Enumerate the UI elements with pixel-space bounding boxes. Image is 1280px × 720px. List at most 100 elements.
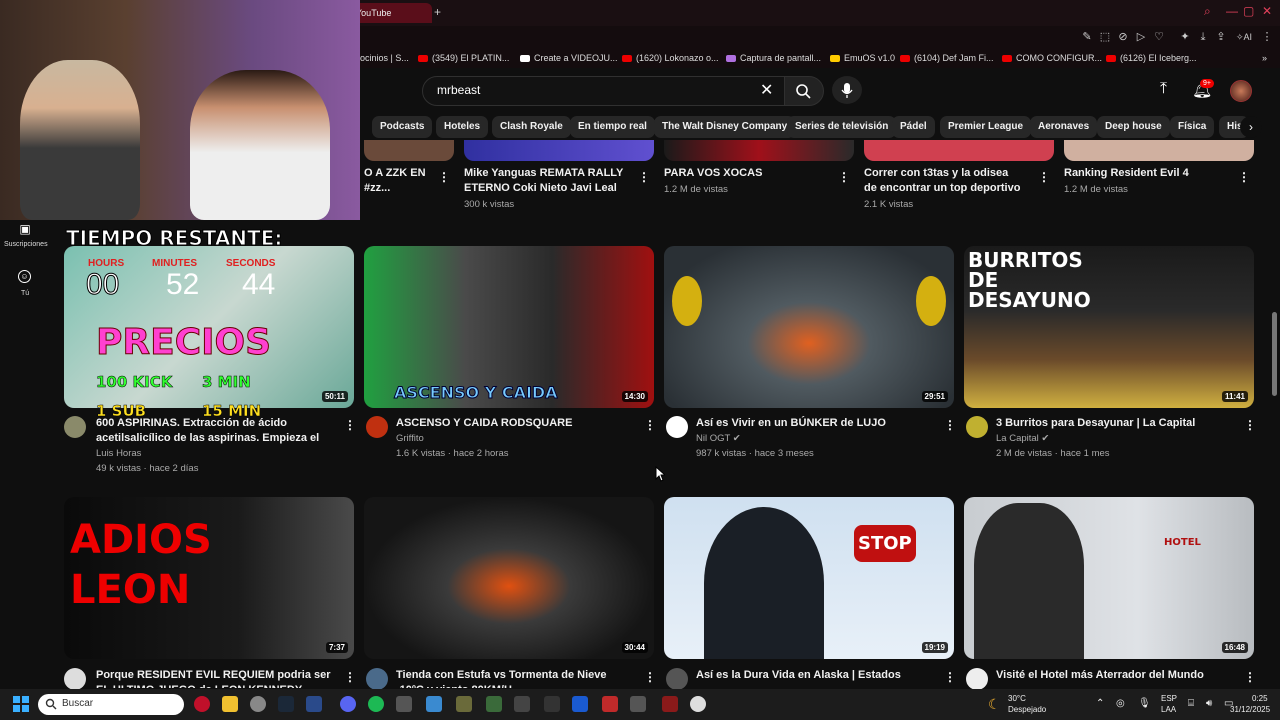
- chip-premier-league[interactable]: Premier League: [940, 116, 1032, 138]
- more-options-icon[interactable]: ⋮: [1244, 670, 1256, 684]
- bookmark-item[interactable]: (6104) Def Jam Fi...: [900, 53, 994, 63]
- chip-clash-royale[interactable]: Clash Royale: [492, 116, 571, 138]
- video-title[interactable]: Mike Yanguas REMATA RALLY ETERNO Coki Ni…: [464, 166, 624, 196]
- heart-icon[interactable]: ♡: [1152, 30, 1166, 44]
- video-title[interactable]: Ranking Resident Evil 4 enemies: [1064, 166, 1234, 181]
- video-thumbnail[interactable]: HOTEL 16:48: [964, 497, 1254, 659]
- channel-avatar[interactable]: [966, 668, 988, 690]
- app-icon[interactable]: [486, 696, 502, 712]
- app-icon[interactable]: [396, 696, 412, 712]
- maximize-icon[interactable]: ▢: [1243, 4, 1254, 18]
- more-options-icon[interactable]: ⋮: [944, 670, 956, 684]
- weather-desc[interactable]: Despejado: [1008, 705, 1046, 714]
- more-options-icon[interactable]: ⋮: [644, 670, 656, 684]
- download-icon[interactable]: ⤓: [1196, 30, 1210, 44]
- extensions-icon[interactable]: ✦: [1178, 30, 1192, 44]
- bookmarks-more-icon[interactable]: »: [1262, 53, 1267, 63]
- clear-search-icon[interactable]: ✕: [760, 80, 773, 100]
- capture-icon[interactable]: ⬚: [1098, 30, 1112, 44]
- video-title[interactable]: 3 Burritos para Desayunar | La Capital: [996, 416, 1236, 431]
- channel-avatar[interactable]: [366, 416, 388, 438]
- weather-temp[interactable]: 30°C: [1008, 694, 1026, 703]
- file-explorer-icon[interactable]: [222, 696, 238, 712]
- chevron-right-icon[interactable]: ›: [1240, 116, 1262, 138]
- menu-icon[interactable]: ⋮: [1260, 30, 1274, 44]
- language-code[interactable]: ESP: [1161, 694, 1177, 703]
- video-thumbnail[interactable]: ASCENSO Y CAIDA 14:30: [364, 246, 654, 408]
- channel-name[interactable]: Nil OGT ✔: [696, 431, 741, 446]
- more-options-icon[interactable]: ⋮: [638, 170, 650, 184]
- voice-search-button[interactable]: [832, 76, 862, 104]
- channel-name[interactable]: Luis Horas: [96, 446, 141, 461]
- ai-icon[interactable]: ✧AI: [1234, 30, 1254, 44]
- video-thumbnail[interactable]: [364, 140, 454, 161]
- bookmark-item[interactable]: Create a VIDEOJU...: [520, 53, 618, 63]
- more-options-icon[interactable]: ⋮: [944, 418, 956, 432]
- search-input[interactable]: [435, 82, 739, 98]
- chip-series[interactable]: Series de televisión: [787, 116, 897, 138]
- taskbar-search[interactable]: Buscar: [38, 694, 184, 715]
- app-tray-icon[interactable]: ◎: [1116, 698, 1125, 709]
- notepad-icon[interactable]: [426, 696, 442, 712]
- channel-avatar[interactable]: [64, 416, 86, 438]
- channel-name[interactable]: La Capital ✔: [996, 431, 1049, 446]
- steam-icon[interactable]: [278, 696, 294, 712]
- windows-start-icon[interactable]: [13, 696, 29, 712]
- clock-date[interactable]: 31/12/2025: [1230, 705, 1270, 714]
- clock-time[interactable]: 0:25: [1252, 694, 1268, 703]
- app-icon[interactable]: [602, 696, 618, 712]
- channel-avatar[interactable]: [366, 668, 388, 690]
- channel-avatar[interactable]: [666, 416, 688, 438]
- channel-avatar[interactable]: [64, 668, 86, 690]
- video-title[interactable]: Correr con t3tas y la odisea de encontra…: [864, 166, 1024, 196]
- bookmark-item[interactable]: (6126) El Iceberg...: [1106, 53, 1197, 63]
- language-region[interactable]: LAA: [1161, 705, 1176, 714]
- chip-aeronaves[interactable]: Aeronaves: [1030, 116, 1098, 138]
- app-icon[interactable]: [662, 696, 678, 712]
- more-options-icon[interactable]: ⋮: [1244, 418, 1256, 432]
- bookmark-item[interactable]: COMO CONFIGUR...: [1002, 53, 1102, 63]
- video-title[interactable]: PARA VOS XOCAS: [664, 166, 824, 181]
- more-options-icon[interactable]: ⋮: [644, 418, 656, 432]
- chrome-icon[interactable]: [250, 696, 266, 712]
- video-title[interactable]: Porque RESIDENT EVIL REQUIEM podria ser …: [96, 668, 336, 688]
- search-button[interactable]: [784, 76, 824, 106]
- new-tab-button[interactable]: +: [434, 5, 446, 19]
- bookmark-item[interactable]: EmuOS v1.0: [830, 53, 895, 63]
- search-bar[interactable]: [422, 76, 786, 106]
- chip-disney[interactable]: The Walt Disney Company: [654, 116, 796, 138]
- spotify-icon[interactable]: [368, 696, 384, 712]
- video-title[interactable]: 600 ASPIRINAS. Extracción de ácido aceti…: [96, 416, 336, 446]
- video-thumbnail[interactable]: STOP 19:19: [664, 497, 954, 659]
- app-icon[interactable]: [514, 696, 530, 712]
- video-title[interactable]: Tienda con Estufa vs Tormenta de Nieve -…: [396, 668, 636, 688]
- share-icon[interactable]: ⇪: [1214, 30, 1228, 44]
- video-title[interactable]: O A ZZK EN #zz...: [364, 166, 428, 196]
- chip-deep-house[interactable]: Deep house: [1097, 116, 1170, 138]
- obs-icon[interactable]: [690, 696, 706, 712]
- more-options-icon[interactable]: ⋮: [1038, 170, 1050, 184]
- block-icon[interactable]: ⊘: [1116, 30, 1130, 44]
- video-title[interactable]: ASCENSO Y CAIDA RODSQUARE: [396, 416, 636, 431]
- video-thumbnail[interactable]: [864, 140, 1054, 161]
- bookmark-item[interactable]: (3549) El PLATIN...: [418, 53, 509, 63]
- avatar[interactable]: [1230, 80, 1252, 102]
- scrollbar-thumb[interactable]: [1272, 312, 1277, 396]
- bookmark-item[interactable]: (1620) Lokonazo o...: [622, 53, 719, 63]
- channel-avatar[interactable]: [966, 416, 988, 438]
- sidebar-item-subscriptions[interactable]: Suscripciones: [4, 241, 48, 248]
- video-thumbnail[interactable]: 29:51: [664, 246, 954, 408]
- app-icon[interactable]: [456, 696, 472, 712]
- bookmark-item[interactable]: ocinios | S...: [360, 53, 409, 63]
- chip-hoteles[interactable]: Hoteles: [436, 116, 489, 138]
- more-options-icon[interactable]: ⋮: [344, 670, 356, 684]
- more-options-icon[interactable]: ⋮: [344, 418, 356, 432]
- video-thumbnail[interactable]: 30:44: [364, 497, 654, 659]
- channel-avatar[interactable]: [666, 668, 688, 690]
- you-icon[interactable]: ☺: [18, 270, 31, 283]
- volume-icon[interactable]: 🔊︎: [1206, 698, 1212, 709]
- minimize-icon[interactable]: —: [1226, 4, 1238, 18]
- video-title[interactable]: Así es la Dura Vida en Alaska | Estados …: [696, 668, 936, 683]
- bookmark-item[interactable]: Captura de pantall...: [726, 53, 821, 63]
- app-icon[interactable]: [306, 696, 322, 712]
